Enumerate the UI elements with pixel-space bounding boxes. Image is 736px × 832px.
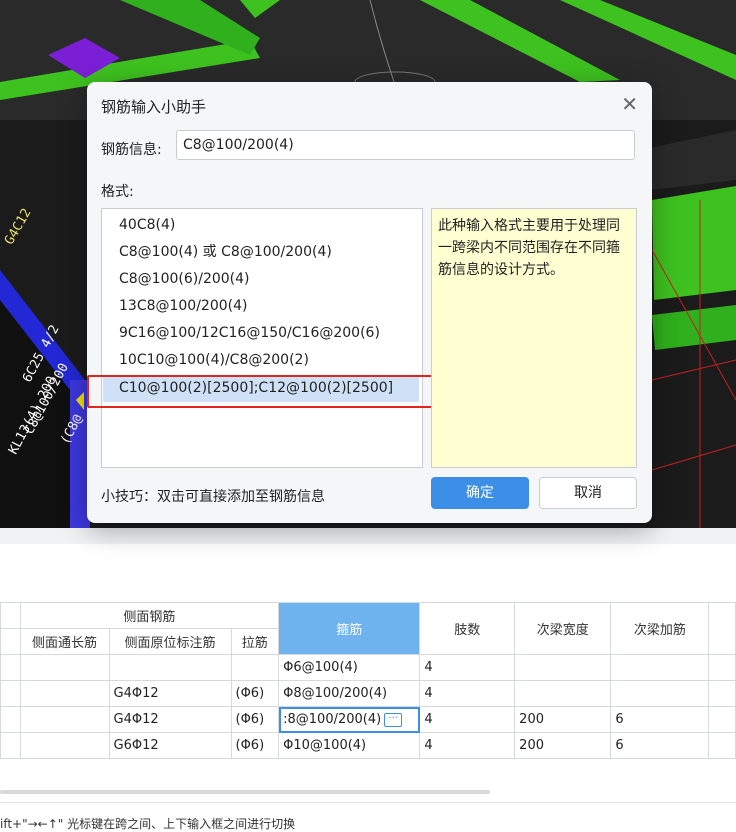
format-description: 此种输入格式主要用于处理同一跨梁内不同范围存在不同箍筋信息的设计方式。 [431, 208, 637, 468]
status-bar: ift+"→←↑" 光标键在跨之间、上下输入框之间进行切换 [0, 802, 736, 831]
table-cell[interactable]: G6Φ12 [108, 732, 232, 759]
more-options-icon[interactable]: ··· [384, 712, 403, 727]
table-header-cell [0, 602, 21, 629]
table-cell[interactable] [708, 706, 736, 733]
rebar-input-helper-dialog: 钢筋输入小助手 ✕ 钢筋信息: C8@100/200(4) 格式: 40C8(4… [87, 82, 652, 523]
status-text: ift+"→←↑" 光标键在跨之间、上下输入框之间进行切换 [0, 817, 296, 831]
table-cell[interactable] [19, 732, 110, 759]
table-header-stirrup[interactable]: 箍筋 [278, 602, 421, 655]
dialog-title: 钢筋输入小助手 [101, 98, 207, 116]
table-cell[interactable]: 6 [610, 706, 710, 733]
table-header-tie[interactable]: 拉筋 [230, 628, 280, 655]
splitter[interactable] [0, 528, 736, 544]
table-cell[interactable] [708, 680, 736, 707]
table-header-secondary-extra[interactable]: 次梁加筋 [610, 602, 710, 655]
format-list-item[interactable]: 13C8@100/200(4) [103, 293, 419, 320]
table-cell[interactable]: 4 [419, 680, 516, 707]
format-label: 格式: [101, 184, 134, 200]
rebar-table: 侧面钢筋 箍筋 肢数 次梁宽度 次梁加筋 侧面通长筋 侧面原位标注筋 拉筋 Φ6… [0, 602, 736, 759]
table-cell[interactable]: 4 [419, 706, 516, 733]
format-list-item[interactable]: 10C10@100(4)/C8@200(2) [103, 347, 419, 374]
table-header-cell [0, 628, 21, 655]
table-cell[interactable] [610, 680, 710, 707]
table-cell[interactable] [230, 654, 280, 681]
table-cell[interactable]: (Φ6) [230, 680, 280, 707]
table-header-cell [708, 602, 736, 655]
table-cell[interactable] [0, 706, 21, 733]
table-cell[interactable] [0, 654, 21, 681]
table-cell[interactable]: 4 [419, 732, 516, 759]
table-cell[interactable] [19, 654, 110, 681]
table-cell[interactable] [0, 680, 21, 707]
table-row[interactable]: G6Φ12 (Φ6) Φ10@100(4) 4 200 6 [0, 732, 736, 759]
table-cell[interactable]: Φ8@100/200(4) [278, 680, 421, 707]
rebar-grid-panel: 侧面钢筋 箍筋 肢数 次梁宽度 次梁加筋 侧面通长筋 侧面原位标注筋 拉筋 Φ6… [0, 544, 736, 831]
table-cell[interactable] [108, 654, 232, 681]
table-cell[interactable] [708, 732, 736, 759]
table-cell[interactable]: (Φ6) [230, 732, 280, 759]
format-list-item[interactable]: C8@100(6)/200(4) [103, 266, 419, 293]
table-group-header: 侧面钢筋 [19, 602, 280, 629]
table-cell[interactable] [514, 680, 612, 707]
ok-button[interactable]: 确定 [431, 477, 529, 509]
table-row[interactable]: G4Φ12 (Φ6) :8@100/200(4) ··· 4 200 6 [0, 706, 736, 733]
format-list-item[interactable]: 9C16@100/12C16@150/C16@200(6) [103, 320, 419, 347]
table-cell[interactable]: G4Φ12 [108, 680, 232, 707]
table-cell[interactable]: (Φ6) [230, 706, 280, 733]
horizontal-scrollbar[interactable] [0, 790, 490, 794]
table-row[interactable]: G4Φ12 (Φ6) Φ8@100/200(4) 4 [0, 680, 736, 707]
table-cell[interactable]: Φ10@100(4) [278, 732, 421, 759]
highlight-annotation [87, 375, 435, 408]
table-header-side-long[interactable]: 侧面通长筋 [19, 628, 110, 655]
table-header-legs[interactable]: 肢数 [419, 602, 516, 655]
table-cell[interactable] [514, 654, 612, 681]
table-cell[interactable] [610, 654, 710, 681]
table-cell[interactable]: 200 [514, 706, 612, 733]
table-row[interactable]: Φ6@100(4) 4 [0, 654, 736, 681]
active-cell-text[interactable]: :8@100/200(4) [283, 712, 381, 727]
rebar-info-label: 钢筋信息: [101, 142, 162, 158]
active-stirrup-cell[interactable]: :8@100/200(4) ··· [278, 706, 421, 733]
table-cell[interactable] [0, 732, 21, 759]
cancel-button[interactable]: 取消 [539, 477, 637, 509]
table-cell[interactable]: G4Φ12 [108, 706, 232, 733]
table-header-side-mark[interactable]: 侧面原位标注筋 [108, 628, 232, 655]
table-cell[interactable] [19, 706, 110, 733]
format-list-item[interactable]: C8@100(4) 或 C8@100/200(4) [103, 239, 419, 266]
format-list-item[interactable]: 40C8(4) [103, 212, 419, 239]
table-cell[interactable] [19, 680, 110, 707]
tip-text: 小技巧：双击可直接添加至钢筋信息 [101, 489, 325, 505]
table-cell[interactable]: 4 [419, 654, 516, 681]
table-header-secondary-width[interactable]: 次梁宽度 [514, 602, 612, 655]
rebar-info-input[interactable]: C8@100/200(4) [176, 130, 635, 160]
table-cell[interactable] [708, 654, 736, 681]
table-cell[interactable]: 200 [514, 732, 612, 759]
table-cell[interactable]: 6 [610, 732, 710, 759]
format-list[interactable]: 40C8(4) C8@100(4) 或 C8@100/200(4) C8@100… [101, 208, 423, 468]
close-icon[interactable]: ✕ [621, 92, 638, 116]
table-cell[interactable]: Φ6@100(4) [278, 654, 421, 681]
